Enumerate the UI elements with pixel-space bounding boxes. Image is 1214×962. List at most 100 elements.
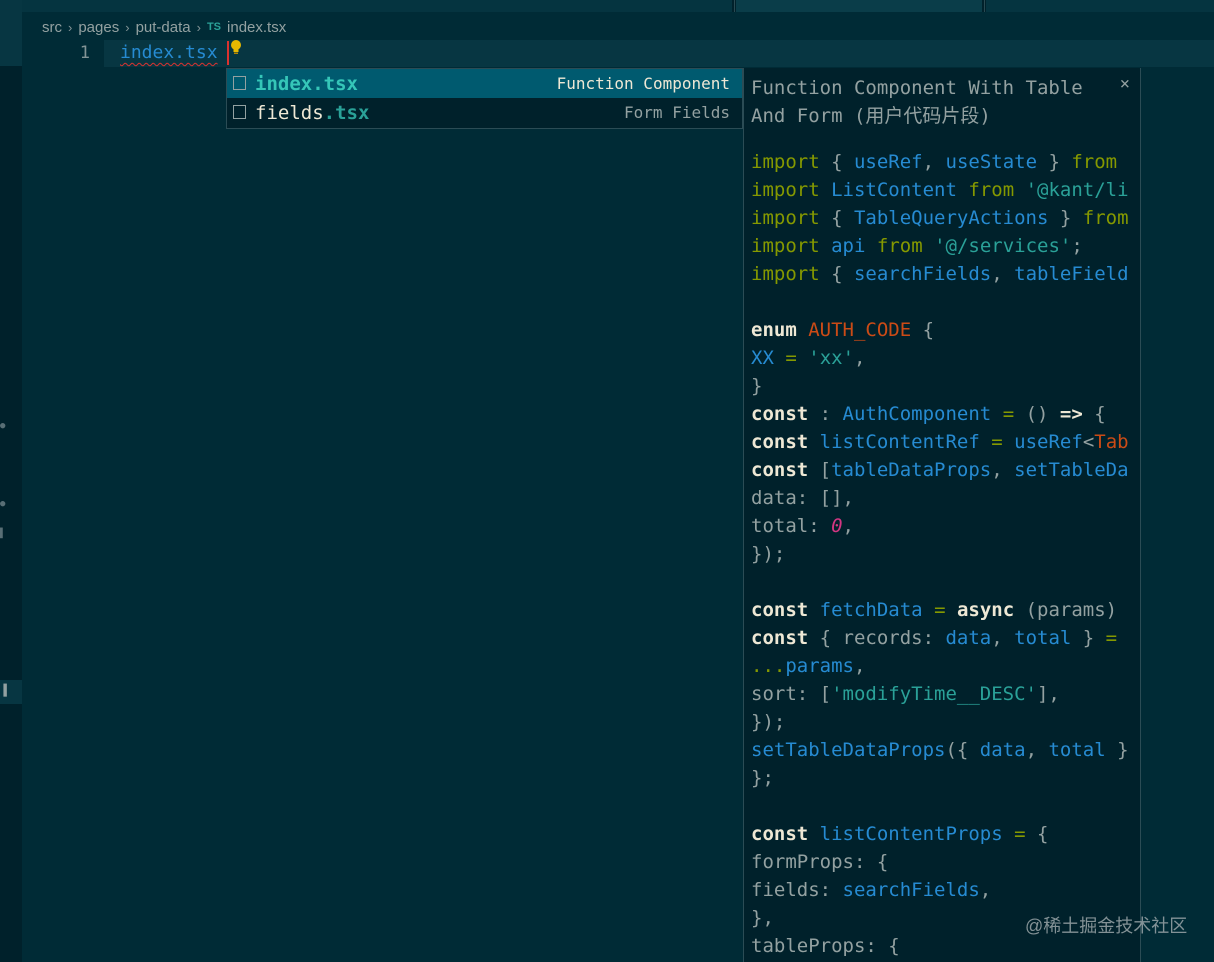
code-token: tableField — [1014, 263, 1129, 285]
code-token: fields: — [751, 879, 843, 901]
code-token: useRef — [853, 151, 923, 173]
typescript-file-icon: TS — [206, 21, 222, 33]
code-token: } — [1048, 207, 1083, 229]
tab[interactable] — [986, 0, 1214, 12]
code-token: }, — [751, 907, 774, 929]
lightbulb-icon[interactable] — [229, 39, 243, 57]
code-token: } — [1105, 739, 1129, 761]
chevron-right-icon: › — [125, 19, 130, 35]
code-token: const — [751, 599, 809, 621]
breadcrumb-put-data[interactable]: put-data — [136, 19, 191, 36]
code-token: listContentRef — [819, 431, 980, 453]
snippet-icon — [233, 105, 246, 119]
code-token: , — [991, 627, 1015, 649]
code-token: setTableDataProps — [751, 739, 946, 761]
code-token: , — [991, 263, 1015, 285]
activity-item-selected[interactable]: ▐ — [0, 680, 22, 704]
chevron-right-icon: › — [68, 19, 73, 35]
activity-bar-active-section[interactable] — [0, 0, 22, 66]
breadcrumb-pages[interactable]: pages — [78, 19, 119, 36]
code-line: formProps: { — [751, 848, 1129, 876]
code-token: AuthComponent — [842, 403, 992, 425]
suggestion-item[interactable]: index.tsx Function Component — [227, 69, 742, 98]
activity-marker: ▌ — [0, 529, 6, 539]
code-line: }; — [751, 764, 1129, 792]
details-title: Function Component With Table And Form (… — [751, 77, 1083, 127]
breadcrumb-src[interactable]: src — [42, 19, 62, 36]
watermark: @稀土掘金技术社区 — [1025, 916, 1188, 936]
code-token: : — [808, 403, 843, 425]
tab[interactable] — [22, 0, 732, 12]
code-token: ; — [1071, 235, 1083, 257]
code-token: }; — [751, 767, 774, 789]
code-line: fields: searchFields, — [751, 876, 1129, 904]
code-token: const — [751, 431, 809, 453]
code-token: , — [1025, 739, 1049, 761]
code-token: const — [751, 403, 809, 425]
code-token: } — [1071, 627, 1106, 649]
code-token: , — [854, 347, 866, 369]
code-token: total — [1014, 627, 1072, 649]
chevron-right-icon: › — [196, 19, 201, 35]
code-token: ({ — [945, 739, 980, 761]
code-token: useState — [945, 151, 1038, 173]
code-token: }); — [751, 711, 786, 733]
code-line: XX = 'xx', — [751, 344, 1129, 372]
suggestion-item[interactable]: fields.tsx Form Fields — [227, 98, 742, 127]
code-line: setTableDataProps({ data, total } — [751, 736, 1129, 764]
code-token: ], — [1036, 683, 1060, 705]
code-line: data: [], — [751, 484, 1129, 512]
code-token: AUTH_CODE — [808, 319, 912, 341]
tab[interactable] — [736, 0, 982, 12]
code-token: 'xx' — [808, 347, 855, 369]
code-token: = — [1105, 627, 1118, 649]
suggestion-detail: Function Component — [556, 74, 730, 93]
suggestion-details-panel: Function Component With Table And Form (… — [743, 68, 1141, 962]
code-token: 'modifyTime__DESC' — [831, 683, 1037, 705]
close-icon[interactable]: × — [1120, 72, 1130, 96]
code-token: { records: — [808, 627, 946, 649]
tab-divider — [984, 0, 985, 12]
code-token: tableProps: { — [751, 935, 900, 957]
code-token: = — [1014, 823, 1026, 845]
code-token: async — [956, 599, 1015, 621]
editor-line[interactable]: index.tsx — [120, 41, 218, 65]
code-token: { — [1025, 823, 1049, 845]
code-token: total: — [751, 515, 832, 537]
breadcrumb-file[interactable]: index.tsx — [227, 19, 286, 36]
code-token: sort: [ — [751, 683, 832, 705]
code-token: { — [819, 207, 854, 229]
code-token: total — [1048, 739, 1106, 761]
code-token: const — [751, 459, 809, 481]
code-token: XX — [751, 347, 774, 369]
activity-marker: ● — [0, 421, 6, 431]
code-token: const — [751, 627, 809, 649]
code-token: from — [1071, 151, 1118, 173]
code-token: import — [751, 179, 820, 201]
code-token: }); — [751, 543, 786, 565]
code-token: setTableDa — [1014, 459, 1129, 481]
code-token: fetchData — [819, 599, 923, 621]
typed-text: index.tsx — [120, 42, 218, 63]
suggestion-widget: index.tsx Function Component fields.tsx … — [226, 68, 743, 129]
code-token: params — [785, 655, 854, 677]
code-token: import — [751, 207, 820, 229]
current-line-highlight — [104, 40, 1214, 67]
suggestion-label: index.tsx — [255, 73, 358, 95]
code-token: api — [831, 235, 866, 257]
tab-divider — [734, 0, 735, 12]
code-token: , — [853, 655, 866, 677]
code-token: () — [1014, 403, 1060, 425]
code-line: }); — [751, 708, 1129, 736]
code-token: , — [842, 515, 854, 537]
